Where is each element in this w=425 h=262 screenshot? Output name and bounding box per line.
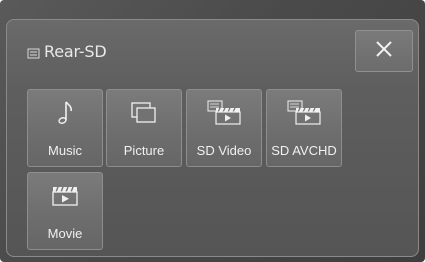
movie-button[interactable]: Movie bbox=[27, 172, 103, 250]
movie-icon bbox=[28, 181, 102, 211]
sd-video-button[interactable]: SD Video bbox=[186, 89, 262, 167]
close-button[interactable] bbox=[355, 30, 413, 72]
sd-avchd-label: SD AVCHD bbox=[271, 143, 337, 158]
panel-title-text: Rear-SD bbox=[44, 41, 107, 61]
picture-icon bbox=[107, 98, 181, 128]
sd-video-label: SD Video bbox=[196, 143, 252, 158]
panel-title: Rear-SD bbox=[27, 40, 107, 62]
sd-avchd-button[interactable]: SD AVCHD bbox=[266, 89, 342, 167]
sd-card-icon bbox=[27, 45, 40, 58]
picture-button[interactable]: Picture bbox=[106, 89, 182, 167]
music-note-icon bbox=[28, 98, 102, 128]
sd-avchd-icon bbox=[267, 98, 341, 128]
sd-video-icon bbox=[187, 98, 261, 128]
movie-label: Movie bbox=[47, 226, 83, 241]
close-icon bbox=[374, 39, 394, 63]
picture-label: Picture bbox=[123, 143, 165, 158]
music-label: Music bbox=[48, 143, 82, 158]
music-button[interactable]: Music bbox=[27, 89, 103, 167]
